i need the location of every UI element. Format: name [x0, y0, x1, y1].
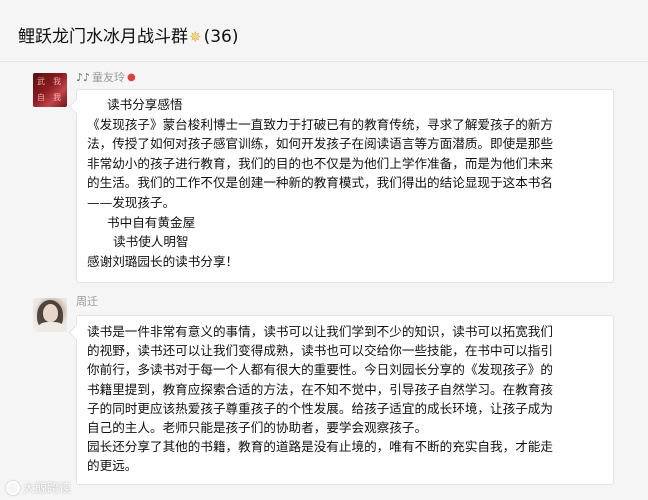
music-note-icon: ♪♪: [76, 70, 91, 84]
message-line: 你前行，多读书对于每一个人都有很大的重要性。今日刘园长分享的《发现孩子》的: [87, 362, 553, 378]
message-line: 法，传授了如何对孩子感官训练，如何开发孩子在阅读语言等方面潜质。即使是那些: [87, 136, 553, 152]
message-line: 的更远。: [87, 458, 138, 474]
message-line: 读书使人明智: [113, 234, 189, 250]
message-line: 园长还分享了其他的书籍，教育的道路是没有止境的，唯有不断的充实自我，才能走: [87, 439, 553, 455]
group-name: 鲤跃龙门水冰月战斗群: [18, 27, 188, 47]
group-title[interactable]: 鲤跃龙门水冰月战斗群✵ (36): [18, 22, 238, 47]
message-bubble[interactable]: 读书分享感悟 《发现孩子》蒙台梭利博士一直致力于打破已有的教育传统，寻求了解爱孩…: [76, 89, 614, 283]
message-line: 非常幼小的孩子进行教育，我们的目的也不仅是为他们上学作准备，而是为他们未来: [87, 155, 553, 171]
sparkle-star-icon: ✵: [189, 28, 202, 46]
message-line: 自己的主人。老师只能是孩子们的协助者，要学会观察孩子。: [87, 420, 428, 436]
watermark-logo-icon: [6, 480, 20, 495]
message-line: 书籍里提到，教育应探索合适的方法，在不知不觉中，引导孩子自然学习。在教育孩: [87, 381, 553, 397]
pin-icon: ●: [127, 71, 136, 83]
message-line: 感谢刘璐园长的读书分享！: [87, 253, 239, 269]
message-line: 读书分享感悟: [107, 97, 183, 112]
message-line: 的视野，读书还可以让我们变得成熟，读书也可以交给你一些技能，在书中可以指引: [87, 343, 553, 359]
message-line: 读书是一件非常有意义的事情，读书可以让我们学到不少的知识，读书可以拓宽我们: [87, 324, 553, 339]
message-line: 《发现孩子》蒙台梭利博士一直致力于打破已有的教育传统，寻求了解爱孩子的新方: [87, 116, 553, 132]
sender-name[interactable]: ♪♪ 童友玲 ●: [76, 69, 136, 85]
message-bubble[interactable]: 读书是一件非常有意义的事情，读书可以让我们学到不少的知识，读书可以拓宽我们 的视…: [76, 315, 614, 485]
avatar[interactable]: [33, 298, 67, 332]
message-line: 子的同时更应该热爱孩子尊重孩子的个性发展。给孩子适宜的成长环境，让孩子成为: [87, 400, 553, 416]
watermark: 大鲸跨读: [6, 479, 71, 496]
chat-header: 鲤跃龙门水冰月战斗群✵ (36): [0, 0, 648, 62]
message-line: 书中自有黄金屋: [107, 214, 196, 230]
member-count: (36): [203, 27, 239, 47]
message-line: 的生活。我们的工作不仅是创建一种新的教育模式，我们得出的结论显现于这本书名: [87, 175, 553, 191]
avatar[interactable]: 武 我 自 我: [33, 73, 67, 107]
sender-name[interactable]: 周迁: [76, 293, 98, 309]
message-line: ——发现孩子。: [87, 194, 176, 210]
